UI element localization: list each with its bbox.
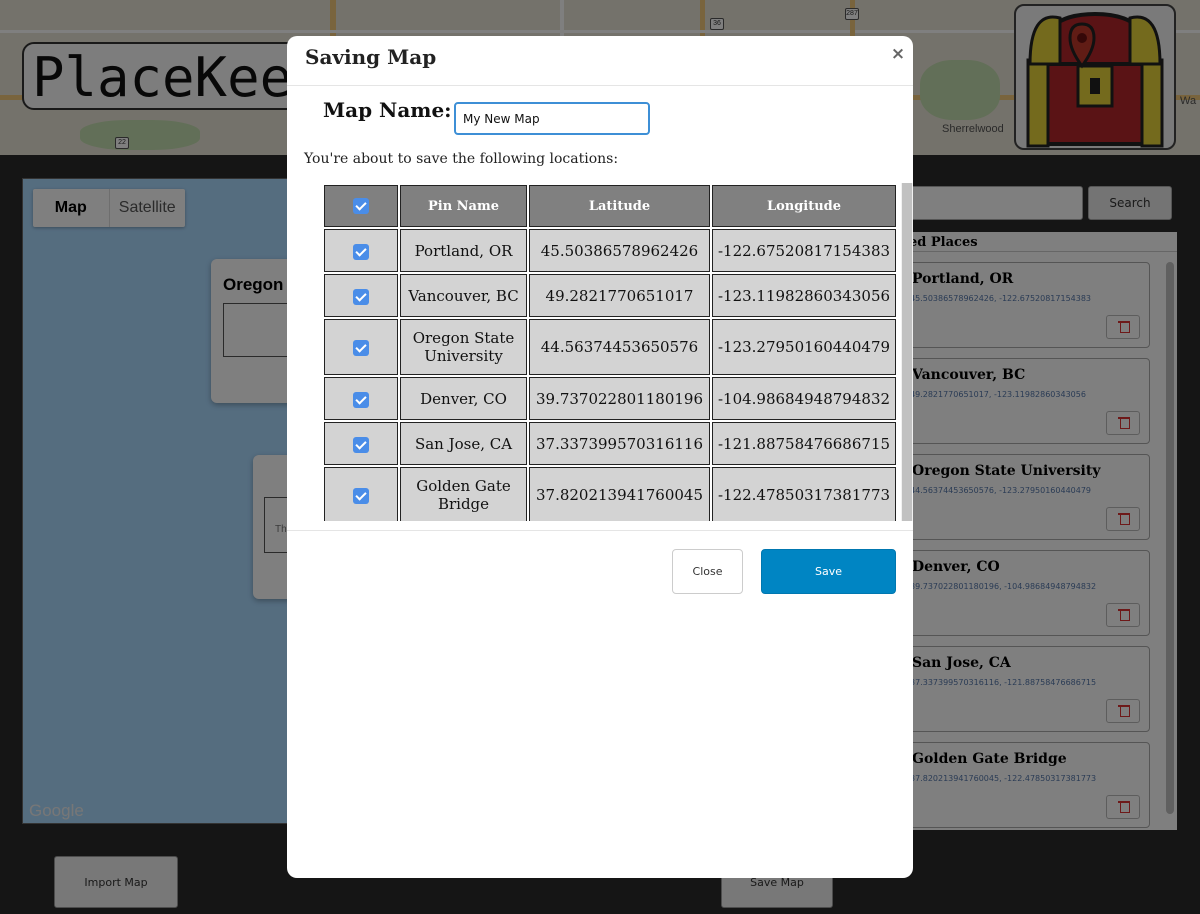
pin-name-cell: Denver, CO: [400, 377, 527, 420]
locations-table-container: Pin Name Latitude Longitude Portland, OR…: [287, 183, 913, 521]
table-row: Golden Gate Bridge 37.820213941760045 -1…: [324, 467, 896, 521]
checkbox-checked-icon[interactable]: [353, 243, 369, 260]
longitude-cell: -123.27950160440479: [712, 319, 896, 375]
close-button[interactable]: Close: [672, 549, 743, 594]
latitude-cell: 39.737022801180196: [529, 377, 710, 420]
row-select-cell[interactable]: [324, 422, 398, 465]
dialog-intro-text: You're about to save the following locat…: [304, 151, 619, 167]
table-row: Denver, CO 39.737022801180196 -104.98684…: [324, 377, 896, 420]
locations-table: Pin Name Latitude Longitude Portland, OR…: [322, 183, 898, 521]
checkbox-checked-icon[interactable]: [353, 198, 369, 214]
table-scrollbar[interactable]: [901, 183, 913, 521]
dialog-header: Saving Map ×: [287, 36, 913, 86]
longitude-cell: -122.67520817154383: [712, 229, 896, 272]
select-all-cell[interactable]: [324, 185, 398, 227]
row-select-cell[interactable]: [324, 377, 398, 420]
close-icon[interactable]: ×: [888, 44, 908, 64]
pin-name-cell: San Jose, CA: [400, 422, 527, 465]
dialog-title: Saving Map: [305, 45, 437, 69]
latitude-cell: 37.820213941760045: [529, 467, 710, 521]
table-row: Portland, OR 45.50386578962426 -122.6752…: [324, 229, 896, 272]
checkbox-checked-icon[interactable]: [353, 436, 369, 453]
dialog-footer-divider: [287, 530, 913, 531]
pin-name-cell: Oregon State University: [400, 319, 527, 375]
table-row: Oregon State University 44.5637445365057…: [324, 319, 896, 375]
table-row: San Jose, CA 37.337399570316116 -121.887…: [324, 422, 896, 465]
row-select-cell[interactable]: [324, 274, 398, 317]
column-header-latitude: Latitude: [529, 185, 710, 227]
longitude-cell: -104.98684948794832: [712, 377, 896, 420]
latitude-cell: 44.56374453650576: [529, 319, 710, 375]
row-select-cell[interactable]: [324, 319, 398, 375]
latitude-cell: 49.2821770651017: [529, 274, 710, 317]
checkbox-checked-icon[interactable]: [353, 488, 369, 504]
column-header-longitude: Longitude: [712, 185, 896, 227]
pin-name-cell: Golden Gate Bridge: [400, 467, 527, 521]
column-header-pin-name: Pin Name: [400, 185, 527, 227]
table-header-row: Pin Name Latitude Longitude: [324, 185, 896, 227]
pin-name-cell: Vancouver, BC: [400, 274, 527, 317]
row-select-cell[interactable]: [324, 467, 398, 521]
pin-name-cell: Portland, OR: [400, 229, 527, 272]
row-select-cell[interactable]: [324, 229, 398, 272]
longitude-cell: -121.88758476686715: [712, 422, 896, 465]
checkbox-checked-icon[interactable]: [353, 340, 369, 356]
map-name-label: Map Name:: [323, 98, 452, 122]
table-scrollbar-thumb[interactable]: [902, 183, 912, 521]
longitude-cell: -122.47850317381773: [712, 467, 896, 521]
longitude-cell: -123.11982860343056: [712, 274, 896, 317]
save-button[interactable]: Save: [761, 549, 896, 594]
checkbox-checked-icon[interactable]: [353, 288, 369, 305]
map-name-input[interactable]: [454, 102, 650, 135]
save-map-dialog: Saving Map × Map Name: You're about to s…: [287, 36, 913, 878]
app-root: Sherrelwood Wa 36 287 22 PlaceKeeper: [0, 0, 1200, 914]
checkbox-checked-icon[interactable]: [353, 391, 369, 408]
latitude-cell: 37.337399570316116: [529, 422, 710, 465]
latitude-cell: 45.50386578962426: [529, 229, 710, 272]
table-row: Vancouver, BC 49.2821770651017 -123.1198…: [324, 274, 896, 317]
